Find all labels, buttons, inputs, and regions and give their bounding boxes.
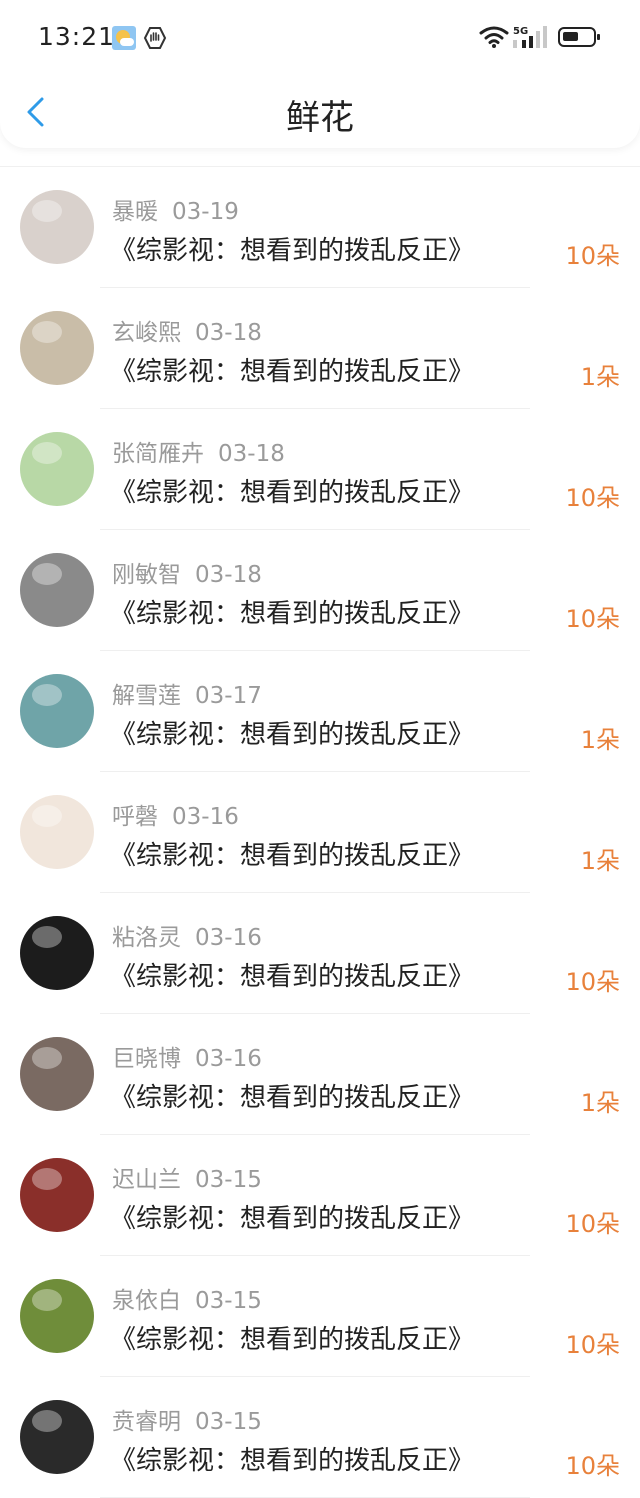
status-time: 13:21: [38, 22, 116, 51]
avatar[interactable]: [20, 1279, 94, 1353]
cellular-signal-icon: 5G: [512, 24, 552, 54]
avatar[interactable]: [20, 311, 94, 385]
network-type-label: 5G: [513, 26, 528, 37]
sender-meta: 玄峻熙 03-18: [112, 313, 262, 347]
battery-icon: [558, 27, 600, 47]
book-title: 《综影视：想看到的拨乱反正》: [110, 478, 475, 508]
book-title: 《综影视：想看到的拨乱反正》: [110, 1446, 475, 1476]
page-title: 鲜花: [286, 98, 354, 138]
avatar[interactable]: [20, 795, 94, 869]
sender-meta: 粘洛灵 03-16: [112, 918, 262, 952]
book-title: 《综影视：想看到的拨乱反正》: [110, 236, 475, 266]
flower-count: 10朵: [565, 968, 620, 996]
sender-meta: 巨晓博 03-16: [112, 1039, 262, 1073]
list-item[interactable]: 巨晓博 03-16 《综影视：想看到的拨乱反正》 1朵: [0, 1014, 640, 1135]
gift-date: 03-19: [172, 199, 239, 225]
flower-count: 1朵: [580, 1089, 620, 1117]
sender-name: 玄峻熙: [112, 320, 181, 346]
book-title: 《综影视：想看到的拨乱反正》: [110, 962, 475, 992]
book-title: 《综影视：想看到的拨乱反正》: [110, 841, 475, 871]
sender-name: 迟山兰: [112, 1167, 181, 1193]
gift-date: 03-15: [195, 1288, 262, 1314]
gift-date: 03-18: [218, 441, 285, 467]
list-item[interactable]: 泉依白 03-15 《综影视：想看到的拨乱反正》 10朵: [0, 1256, 640, 1377]
book-title: 《综影视：想看到的拨乱反正》: [110, 1325, 475, 1355]
sender-meta: 张简雁卉 03-18: [112, 434, 285, 468]
flower-count: 1朵: [580, 726, 620, 754]
flower-count: 1朵: [580, 847, 620, 875]
sender-name: 解雪莲: [112, 683, 181, 709]
flower-count: 10朵: [565, 1210, 620, 1238]
sender-meta: 解雪莲 03-17: [112, 676, 262, 710]
status-bar: 13:21 5G: [0, 0, 640, 76]
gift-date: 03-18: [195, 320, 262, 346]
flower-count: 1朵: [580, 363, 620, 391]
flower-count: 10朵: [565, 242, 620, 270]
wifi-icon: [479, 25, 509, 53]
gift-date: 03-18: [195, 562, 262, 588]
avatar[interactable]: [20, 916, 94, 990]
sender-name: 泉依白: [112, 1288, 181, 1314]
sender-name: 张简雁卉: [112, 441, 204, 467]
list-item[interactable]: 玄峻熙 03-18 《综影视：想看到的拨乱反正》 1朵: [0, 288, 640, 409]
list-item[interactable]: 张简雁卉 03-18 《综影视：想看到的拨乱反正》 10朵: [0, 409, 640, 530]
avatar[interactable]: [20, 1158, 94, 1232]
avatar[interactable]: [20, 1037, 94, 1111]
flower-count: 10朵: [565, 1331, 620, 1359]
list-item[interactable]: 呼磬 03-16 《综影视：想看到的拨乱反正》 1朵: [0, 772, 640, 893]
list-item[interactable]: 解雪莲 03-17 《综影视：想看到的拨乱反正》 1朵: [0, 651, 640, 772]
flower-gift-list: 暴暖 03-19 《综影视：想看到的拨乱反正》 10朵 玄峻熙 03-18 《综影视…: [0, 166, 640, 1498]
gift-date: 03-16: [172, 804, 239, 830]
avatar[interactable]: [20, 1400, 94, 1474]
avatar[interactable]: [20, 553, 94, 627]
sender-meta: 暴暖 03-19: [112, 192, 239, 226]
book-title: 《综影视：想看到的拨乱反正》: [110, 1083, 475, 1113]
sender-meta: 迟山兰 03-15: [112, 1160, 262, 1194]
list-item[interactable]: 迟山兰 03-15 《综影视：想看到的拨乱反正》 10朵: [0, 1135, 640, 1256]
gift-date: 03-15: [195, 1167, 262, 1193]
gift-date: 03-16: [195, 925, 262, 951]
sender-name: 暴暖: [112, 199, 158, 225]
gift-date: 03-15: [195, 1409, 262, 1435]
sender-meta: 呼磬 03-16: [112, 797, 239, 831]
list-item[interactable]: 刚敏智 03-18 《综影视：想看到的拨乱反正》 10朵: [0, 530, 640, 651]
list-item[interactable]: 暴暖 03-19 《综影视：想看到的拨乱反正》 10朵: [0, 167, 640, 288]
sender-name: 刚敏智: [112, 562, 181, 588]
avatar[interactable]: [20, 432, 94, 506]
list-item[interactable]: 粘洛灵 03-16 《综影视：想看到的拨乱反正》 10朵: [0, 893, 640, 1014]
avatar[interactable]: [20, 674, 94, 748]
list-item[interactable]: 贲睿明 03-15 《综影视：想看到的拨乱反正》 10朵: [0, 1377, 640, 1498]
nav-bar: 鲜花: [0, 76, 640, 148]
app-header: 13:21 5G 鲜花: [0, 0, 640, 148]
sender-name: 粘洛灵: [112, 925, 181, 951]
sender-meta: 刚敏智 03-18: [112, 555, 262, 589]
book-title: 《综影视：想看到的拨乱反正》: [110, 720, 475, 750]
gift-date: 03-17: [195, 683, 262, 709]
sender-name: 贲睿明: [112, 1409, 181, 1435]
weather-icon: [112, 26, 136, 50]
flower-count: 10朵: [565, 1452, 620, 1480]
gift-date: 03-16: [195, 1046, 262, 1072]
book-title: 《综影视：想看到的拨乱反正》: [110, 599, 475, 629]
flower-count: 10朵: [565, 605, 620, 633]
flower-count: 10朵: [565, 484, 620, 512]
avatar[interactable]: [20, 190, 94, 264]
sender-meta: 泉依白 03-15: [112, 1281, 262, 1315]
sender-name: 巨晓博: [112, 1046, 181, 1072]
sender-name: 呼磬: [112, 804, 158, 830]
book-title: 《综影视：想看到的拨乱反正》: [110, 1204, 475, 1234]
hand-shield-icon: [143, 26, 167, 54]
book-title: 《综影视：想看到的拨乱反正》: [110, 357, 475, 387]
